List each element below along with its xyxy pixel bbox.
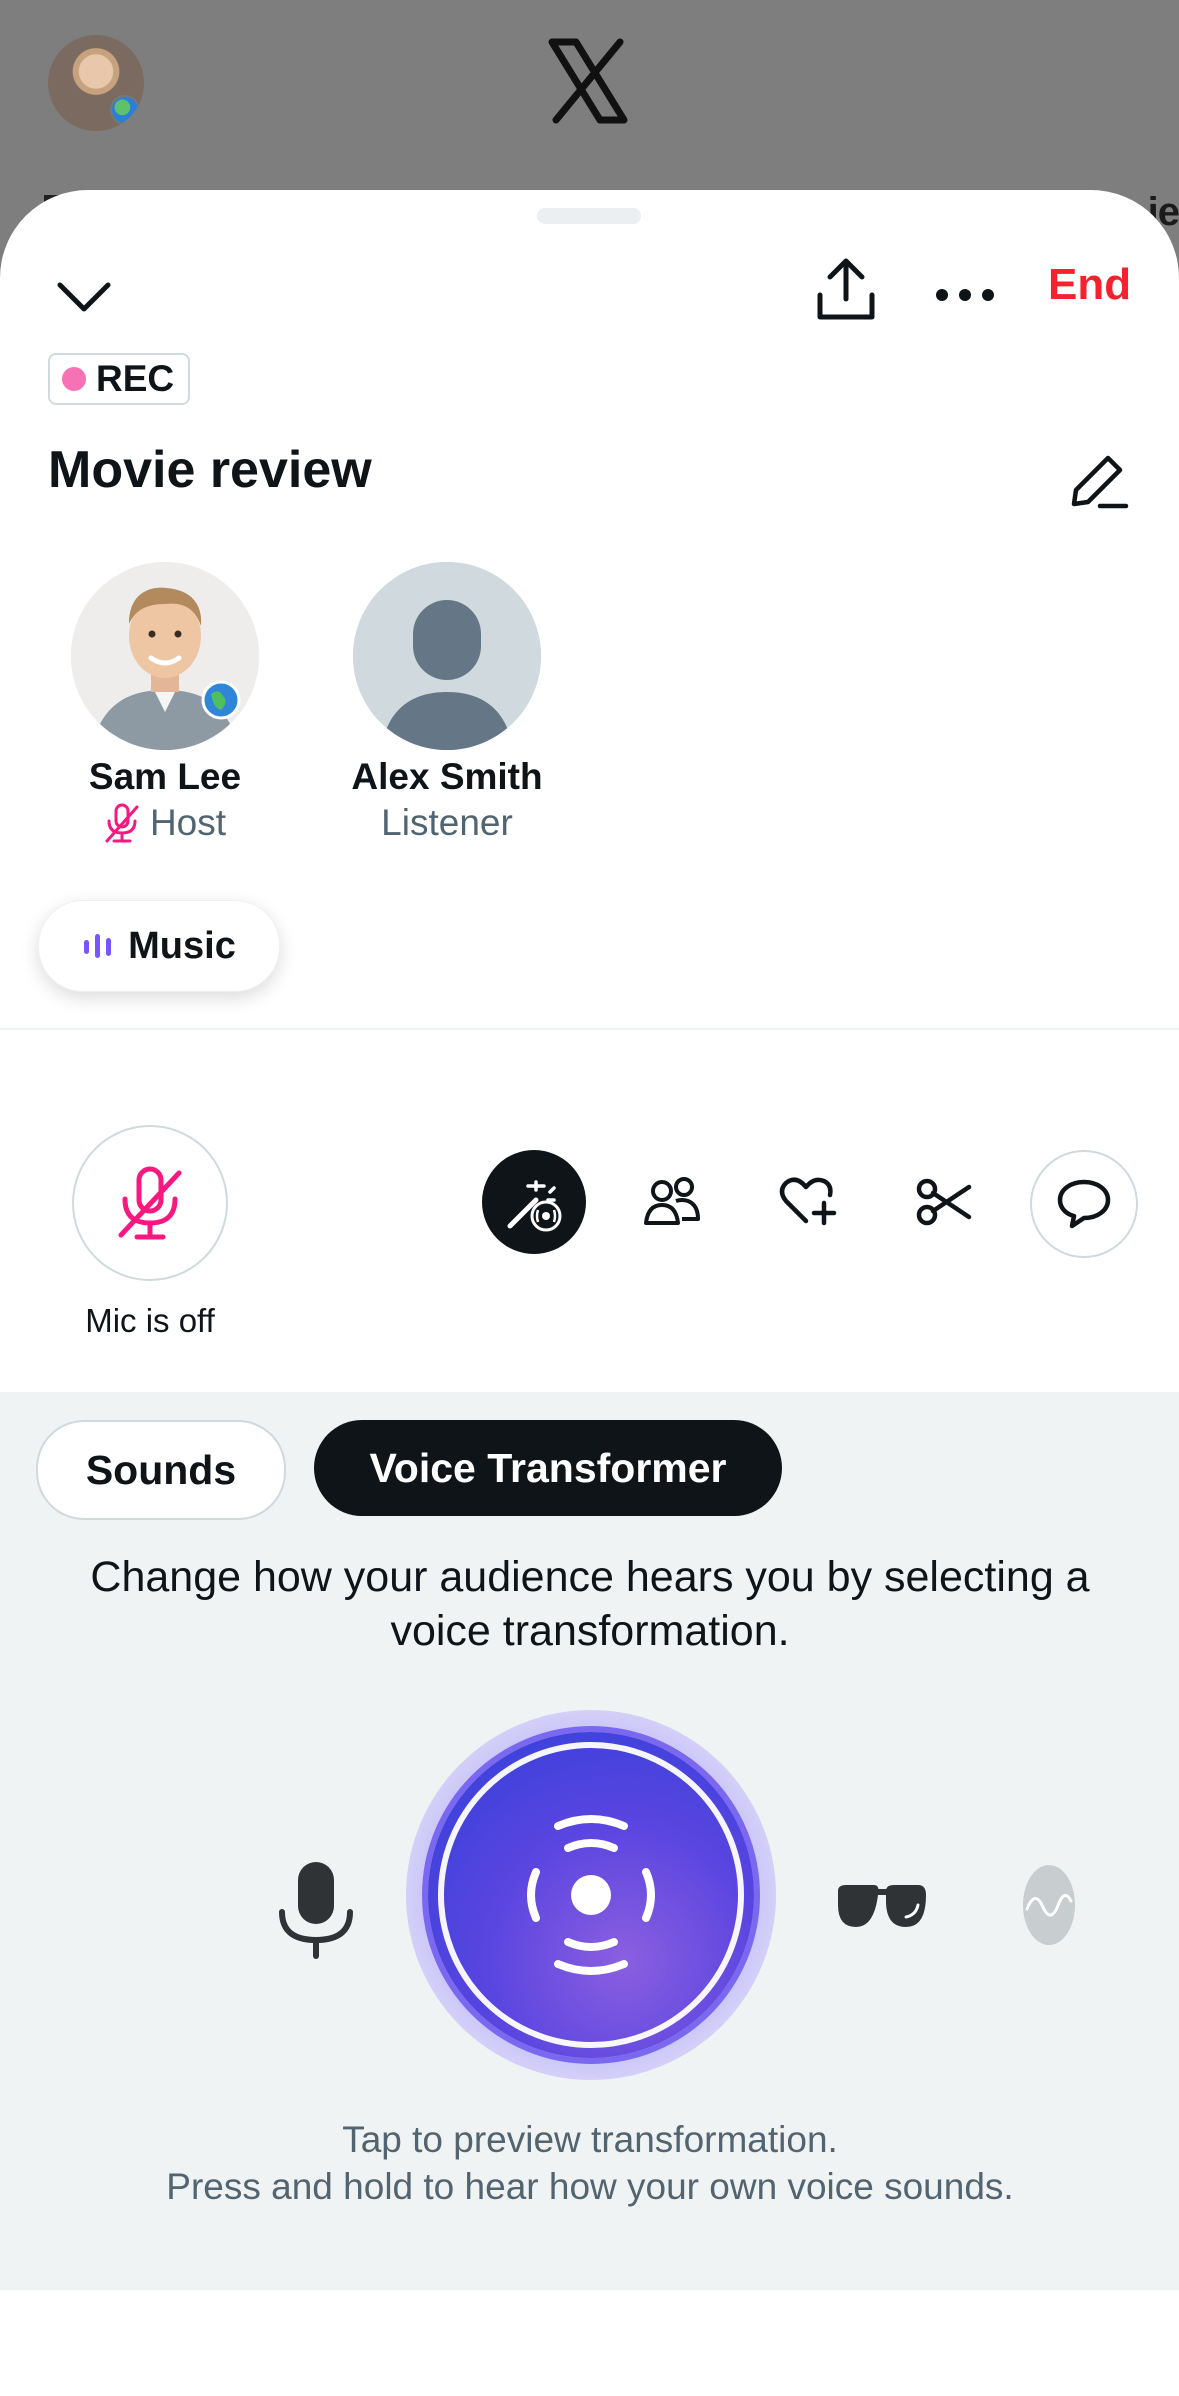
host-photo xyxy=(71,562,259,750)
mic-off-icon xyxy=(105,803,139,843)
hint-line-2: Press and hold to hear how your own voic… xyxy=(166,2166,1014,2207)
share-button[interactable] xyxy=(810,250,882,330)
mic-status-label: Mic is off xyxy=(85,1302,215,1339)
scissors-icon xyxy=(916,1178,972,1226)
space-sheet: End REC Movie review Sam Lee Host Alex S… xyxy=(0,190,1179,2396)
section-divider xyxy=(0,1028,1179,1030)
more-horizontal-icon xyxy=(936,289,994,301)
participant-host[interactable]: Sam Lee Host xyxy=(50,562,280,844)
sheet-grabber[interactable] xyxy=(537,208,641,224)
microphone-icon xyxy=(279,1862,353,1959)
voice-effects-icon xyxy=(507,1180,562,1232)
clip-button[interactable] xyxy=(892,1150,996,1254)
sunglasses-icon xyxy=(838,1885,926,1927)
more-options-button[interactable] xyxy=(930,280,1000,310)
mic-off-icon xyxy=(118,1166,182,1240)
mic-toggle-button[interactable] xyxy=(72,1125,228,1281)
voice-transformer-description: Change how your audience hears you by se… xyxy=(90,1553,1090,1655)
edit-title-button[interactable] xyxy=(1058,440,1138,520)
music-chip[interactable]: Music xyxy=(38,900,280,992)
collapse-button[interactable] xyxy=(52,265,116,329)
share-icon xyxy=(817,258,875,320)
recording-label: REC xyxy=(96,358,175,399)
music-chip-label: Music xyxy=(128,924,236,967)
avatar xyxy=(353,562,541,750)
globe-badge-icon xyxy=(110,95,140,125)
manage-people-button[interactable] xyxy=(620,1150,724,1254)
selected-option-ring xyxy=(438,1742,744,2048)
end-space-button[interactable]: End xyxy=(1048,260,1131,310)
wave-icon xyxy=(1023,1865,1075,1945)
participant-role: Listener xyxy=(381,802,513,843)
heart-plus-icon xyxy=(779,1177,837,1226)
recording-badge: REC xyxy=(48,353,191,405)
hint-line-1: Tap to preview transformation. xyxy=(342,2119,838,2160)
voice-effects-button[interactable] xyxy=(482,1150,586,1254)
voice-option-glasses[interactable] xyxy=(830,1872,934,1942)
chevron-down-icon xyxy=(57,282,111,312)
background-avatar xyxy=(48,35,144,131)
participant-listener[interactable]: Alex Smith Listener xyxy=(332,562,562,844)
recording-dot-icon xyxy=(62,367,86,391)
voice-option-selected[interactable] xyxy=(428,1732,754,2058)
people-icon xyxy=(644,1177,700,1225)
chat-button[interactable] xyxy=(1030,1150,1138,1258)
voice-transformer-hint: Tap to preview transformation. Press and… xyxy=(60,2116,1120,2210)
pencil-icon xyxy=(1071,455,1129,509)
reactions-button[interactable] xyxy=(756,1150,860,1254)
voice-option-wave[interactable] xyxy=(1018,1862,1080,1948)
space-title: Movie review xyxy=(48,441,372,499)
chat-bubble-icon xyxy=(1057,1179,1111,1229)
audio-bars-icon xyxy=(84,934,112,958)
x-logo-icon xyxy=(548,38,628,124)
participant-name: Sam Lee xyxy=(88,756,242,797)
default-avatar-icon xyxy=(353,562,541,750)
voice-option-normal[interactable] xyxy=(266,1850,366,1970)
host-role-label: Host xyxy=(149,802,227,843)
avatar xyxy=(71,562,259,750)
participant-name: Alex Smith xyxy=(351,756,543,797)
voice-transform-icon xyxy=(527,1815,655,1975)
participant-role: Host xyxy=(50,802,280,844)
tab-sounds[interactable]: Sounds xyxy=(36,1420,286,1520)
tab-voice-transformer[interactable]: Voice Transformer xyxy=(314,1420,782,1516)
